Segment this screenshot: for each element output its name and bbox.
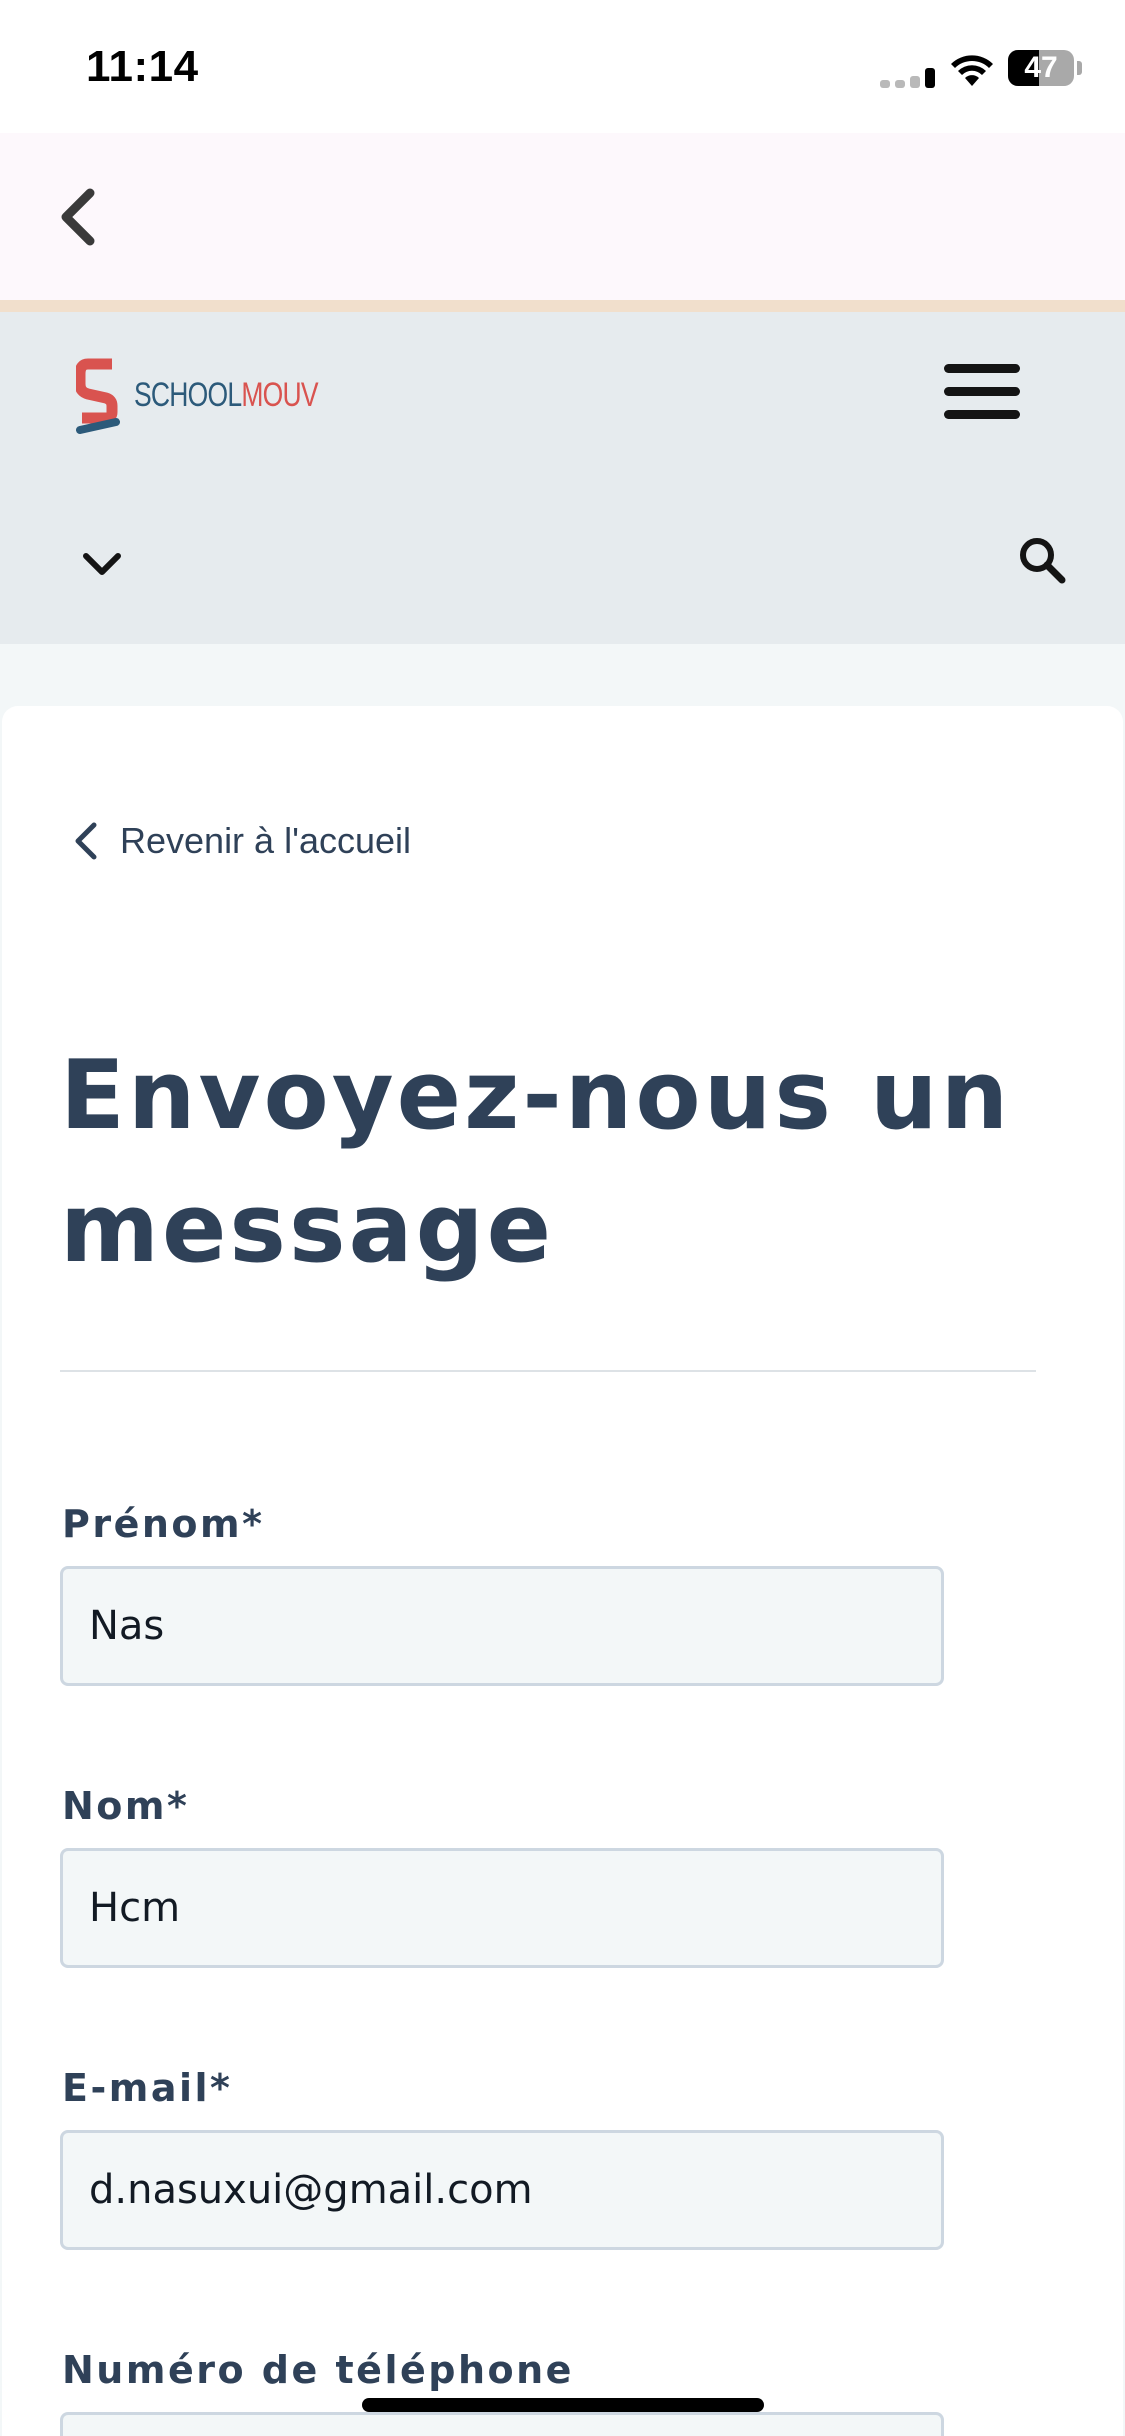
back-to-home-link[interactable]: Revenir à l'accueil [70, 816, 411, 866]
email-label: E-mail* [62, 2066, 233, 2110]
phone-label: Numéro de téléphone [62, 2348, 574, 2392]
page-title-line1: Envoyez-nous un [60, 1041, 1012, 1151]
phone-input[interactable] [60, 2412, 944, 2436]
chevron-down-icon[interactable] [80, 544, 124, 584]
last-name-label: Nom* [62, 1784, 190, 1828]
wifi-icon [951, 55, 993, 86]
app-nav-bar [0, 133, 1125, 300]
title-divider [60, 1370, 1036, 1372]
page-title-line2: message [60, 1174, 555, 1284]
first-name-label: Prénom* [62, 1502, 265, 1546]
first-name-input[interactable]: Nas [60, 1566, 944, 1686]
status-bar: 11:14 47 [0, 0, 1125, 133]
chevron-left-icon [75, 822, 97, 860]
status-time: 11:14 [86, 42, 199, 91]
home-indicator[interactable] [362, 2398, 764, 2412]
contact-page: 11:14 47 SCHOOLMOUV Revenir à l'accueil … [0, 0, 1125, 2436]
page-title: Envoyez-nous un message [60, 1030, 1060, 1296]
cellular-signal-icon [880, 62, 936, 88]
site-header: SCHOOLMOUV [0, 312, 1125, 644]
last-name-input[interactable]: Hcm [60, 1848, 944, 1968]
logo-mark [76, 358, 120, 434]
nav-divider [0, 300, 1125, 312]
battery-level: 47 [1024, 51, 1058, 84]
hamburger-menu-icon[interactable] [944, 364, 1020, 420]
back-link-label: Revenir à l'accueil [120, 820, 412, 861]
chevron-left-icon[interactable] [56, 185, 100, 249]
email-input[interactable]: d.nasuxui@gmail.com [60, 2130, 944, 2250]
battery-icon: 47 [1008, 50, 1074, 86]
battery-tip [1077, 61, 1082, 75]
logo-text: SCHOOLMOUV [134, 376, 319, 414]
search-icon[interactable] [1016, 534, 1068, 586]
